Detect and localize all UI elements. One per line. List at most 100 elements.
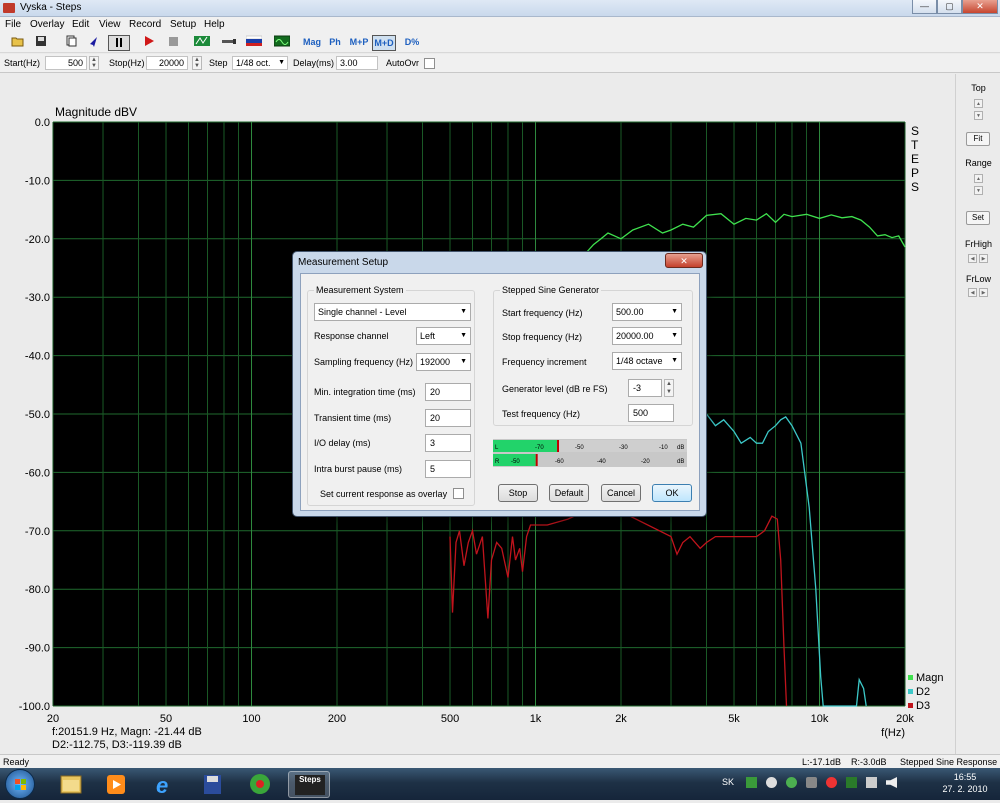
menu-setup[interactable]: Setup <box>170 19 196 30</box>
transient-time-label: Transient time (ms) <box>314 413 392 423</box>
generator-icon[interactable] <box>193 35 211 51</box>
transient-time-input[interactable]: 20 <box>425 409 471 427</box>
start-button[interactable] <box>5 769 35 799</box>
start-frequency-select[interactable]: 500.00 ▼ <box>612 303 682 321</box>
set-button[interactable]: Set <box>966 211 990 225</box>
menu-overlay[interactable]: Overlay <box>30 19 64 30</box>
phase-button[interactable]: Ph <box>326 35 344 51</box>
ok-button[interactable]: OK <box>652 484 692 502</box>
side-label-letter: S <box>911 180 919 194</box>
save-icon[interactable] <box>33 35 49 51</box>
copy-icon[interactable] <box>63 35 79 51</box>
clock-date[interactable]: 27. 2. 2010 <box>935 784 995 794</box>
tray-icon[interactable] <box>746 777 757 788</box>
stop-spinner[interactable]: ▲ ▼ <box>192 56 202 70</box>
y-tick-label: -100.0 <box>19 701 50 713</box>
default-button[interactable]: Default <box>549 484 589 502</box>
network-icon[interactable] <box>866 777 877 788</box>
title-bar: Vyska - Steps — ▢ ✕ <box>0 0 1000 17</box>
range-up-button[interactable]: ▲ <box>974 174 983 183</box>
volume-icon[interactable] <box>886 777 897 788</box>
mag-button[interactable]: Mag <box>300 35 324 51</box>
x-tick-label: 20k <box>896 713 914 725</box>
steps-task-button[interactable]: Steps <box>288 771 330 798</box>
generator-level-input[interactable]: -3 <box>628 379 662 397</box>
language-indicator[interactable]: SK <box>722 777 734 787</box>
tray-icon[interactable] <box>846 777 857 788</box>
stop-frequency-select[interactable]: 20000.00 ▼ <box>612 327 682 345</box>
delay-input[interactable]: 3.00 <box>336 56 378 70</box>
frlow-left-button[interactable]: ◀ <box>968 288 977 297</box>
start-input[interactable]: 500 <box>45 56 87 70</box>
cursor-icon[interactable] <box>86 35 102 51</box>
minimize-button[interactable]: — <box>912 0 937 14</box>
frhigh-right-button[interactable]: ▶ <box>979 254 988 263</box>
io-delay-input[interactable]: 3 <box>425 434 471 452</box>
stop-button[interactable]: Stop <box>498 484 538 502</box>
overlay-checkbox[interactable] <box>453 488 464 499</box>
play-icon[interactable] <box>141 35 157 51</box>
media-player-icon[interactable] <box>97 771 135 798</box>
menu-file[interactable]: File <box>5 19 21 30</box>
side-label-letter: P <box>911 166 919 180</box>
maximize-button[interactable]: ▢ <box>937 0 962 14</box>
measurement-setup-dialog: Measurement Setup ✕ Measurement System S… <box>292 251 707 517</box>
response-channel-select[interactable]: Left ▼ <box>416 327 471 345</box>
dist-percent-button[interactable]: D% <box>402 35 422 51</box>
x-tick-label: 5k <box>728 713 740 725</box>
floppy-icon[interactable] <box>193 771 231 798</box>
svg-text:e: e <box>156 773 168 798</box>
stepped-sine-title: Stepped Sine Generator <box>500 285 602 295</box>
frequency-increment-select[interactable]: 1/48 octave ▼ <box>612 352 682 370</box>
close-button[interactable]: ✕ <box>962 0 998 14</box>
autoovr-checkbox[interactable] <box>424 58 435 69</box>
chevron-down-icon: ▼ <box>460 308 467 315</box>
intra-burst-input[interactable]: 5 <box>425 460 471 478</box>
frhigh-left-button[interactable]: ◀ <box>968 254 977 263</box>
tray-icon[interactable] <box>826 777 837 788</box>
sampling-frequency-select[interactable]: 192000 ▼ <box>416 353 471 371</box>
y-tick-label: -90.0 <box>25 643 50 655</box>
stop-icon[interactable] <box>165 35 181 51</box>
test-frequency-input[interactable]: 500 <box>628 404 674 422</box>
mag-dist-button[interactable]: M+D <box>372 35 396 51</box>
top-up-button[interactable]: ▲ <box>974 99 983 108</box>
tray-icon[interactable] <box>766 777 777 788</box>
pause-icon[interactable] <box>108 35 130 51</box>
top-down-button[interactable]: ▼ <box>974 111 983 120</box>
step-select[interactable]: 1/48 oct. ▼ <box>232 56 288 70</box>
icq-flower-icon[interactable] <box>241 771 279 798</box>
menu-record[interactable]: Record <box>129 19 161 30</box>
menu-view[interactable]: View <box>99 19 121 30</box>
dialog-title: Measurement Setup <box>298 257 389 268</box>
tray-icon[interactable] <box>786 777 797 788</box>
measurement-system-select[interactable]: Single channel - Level ▼ <box>314 303 471 321</box>
cancel-button[interactable]: Cancel <box>601 484 641 502</box>
range-down-button[interactable]: ▼ <box>974 186 983 195</box>
scope-icon[interactable] <box>273 35 291 51</box>
menu-edit[interactable]: Edit <box>72 19 89 30</box>
probe-icon[interactable] <box>220 35 238 51</box>
clock-time[interactable]: 16:55 <box>940 772 990 782</box>
mag-phase-button[interactable]: M+P <box>348 35 370 51</box>
parameters-bar: Start(Hz) 500 ▲ ▼ Stop(Hz) 20000 ▲ ▼ Step … <box>0 54 1000 73</box>
internet-explorer-icon[interactable]: e <box>145 771 183 798</box>
flag-icon[interactable] <box>245 35 263 51</box>
stop-input[interactable]: 20000 <box>146 56 188 70</box>
generator-level-spinner[interactable]: ▲ ▼ <box>664 379 674 397</box>
open-icon[interactable] <box>10 35 26 51</box>
min-integration-input[interactable]: 20 <box>425 383 471 401</box>
dialog-close-button[interactable]: ✕ <box>665 253 703 268</box>
meter-bottom-tick: -40 <box>597 459 606 465</box>
meter-top-tick: -30 <box>619 445 628 451</box>
chevron-down-icon: ▼ <box>278 59 285 66</box>
legend-label: Magn <box>916 672 944 684</box>
explorer-icon[interactable] <box>52 771 90 798</box>
legend-swatch <box>908 703 913 708</box>
fit-button[interactable]: Fit <box>966 132 990 146</box>
window-title: Vyska - Steps <box>20 2 82 13</box>
tray-icon[interactable] <box>806 777 817 788</box>
start-spinner[interactable]: ▲ ▼ <box>89 56 99 70</box>
menu-help[interactable]: Help <box>204 19 225 30</box>
frlow-right-button[interactable]: ▶ <box>979 288 988 297</box>
